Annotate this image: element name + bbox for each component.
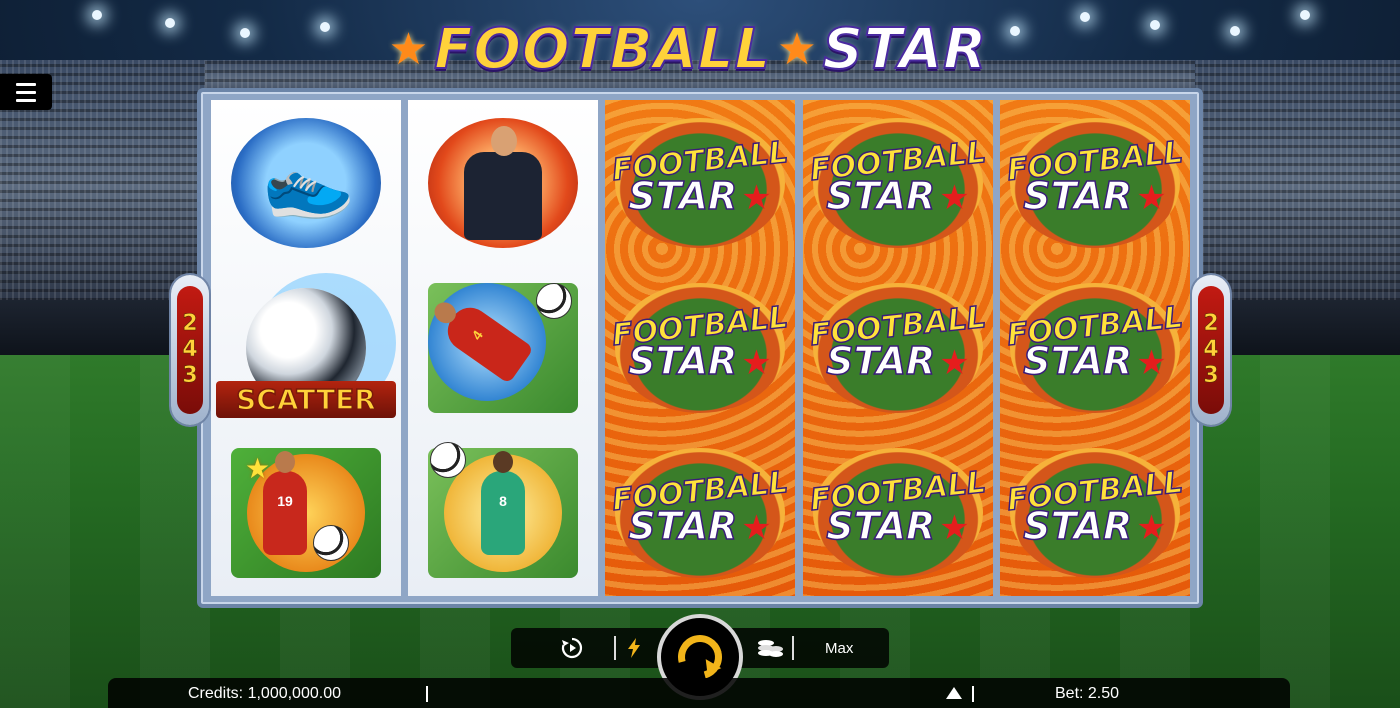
floodlight: [1080, 12, 1090, 22]
football-star-wild-icon: FOOTBALL STAR ★: [808, 447, 988, 578]
floodlight: [320, 22, 330, 32]
floodlight: [165, 18, 175, 28]
symbol-striker: ★ 19: [211, 430, 401, 595]
football-star-wild-icon: FOOTBALL STAR ★: [1005, 282, 1185, 413]
football-star-wild-icon: FOOTBALL STAR ★: [1005, 447, 1185, 578]
football-star-wild-icon: FOOTBALL STAR ★: [610, 117, 790, 248]
ways-indicator-left: 2 4 3: [171, 275, 209, 425]
coins-icon: [758, 640, 783, 657]
symbol-scatter: SCATTER: [211, 265, 401, 430]
star-icon: ★: [741, 509, 772, 547]
star-icon: ★: [741, 179, 772, 217]
divider: [792, 636, 794, 660]
symbol-boots: 👟: [211, 100, 401, 265]
jersey-number: 4: [468, 326, 486, 343]
reel-5[interactable]: FOOTBALL STAR ★ FOOTBALL STAR ★ FOOTBALL STAR…: [1000, 100, 1190, 596]
menu-button[interactable]: [0, 74, 52, 110]
hamburger-icon-bar: [16, 90, 36, 94]
chevron-up-icon[interactable]: [946, 687, 962, 699]
symbol-referee: [408, 100, 598, 265]
football-star-wild-icon: FOOTBALL STAR ★: [808, 282, 988, 413]
symbol-wild: FOOTBALL STAR ★: [803, 430, 993, 595]
autoplay-button[interactable]: [557, 635, 587, 661]
football-star-wild-icon: FOOTBALL STAR ★: [1005, 117, 1185, 248]
floodlight: [1230, 26, 1240, 36]
lightning-icon: [628, 638, 640, 658]
ways-digit: 3: [182, 363, 198, 388]
jersey-number: 8: [499, 492, 507, 509]
symbol-wild: FOOTBALL STAR ★: [1000, 430, 1190, 595]
jersey-number: 19: [277, 492, 293, 509]
star-icon: ★: [939, 179, 970, 217]
floodlight: [240, 28, 250, 38]
football-star-wild-icon: FOOTBALL STAR ★: [808, 117, 988, 248]
ways-digit: 4: [1203, 337, 1219, 362]
hamburger-icon-bar: [16, 98, 36, 102]
turbo-button[interactable]: [623, 635, 645, 661]
floodlight: [1300, 10, 1310, 20]
divider: [614, 636, 616, 660]
floodlight: [92, 10, 102, 20]
reel-2[interactable]: 4 8: [408, 100, 598, 596]
symbol-header: 8: [408, 430, 598, 595]
star-icon: ★: [741, 344, 772, 382]
symbol-bicycle-kick: 4: [408, 265, 598, 430]
floodlight: [1010, 26, 1020, 36]
ways-digit: 2: [1203, 311, 1219, 336]
floodlight: [1150, 20, 1160, 30]
ball-icon: [430, 441, 466, 478]
football-star-wild-icon: FOOTBALL STAR ★: [610, 282, 790, 413]
striker-icon: ★ 19: [231, 447, 381, 578]
symbol-wild: FOOTBALL STAR ★: [803, 100, 993, 265]
symbol-wild: FOOTBALL STAR ★: [605, 100, 795, 265]
divider: [972, 686, 974, 702]
header-player-icon: 8: [428, 441, 578, 578]
ways-digit: 3: [1203, 363, 1219, 388]
reel-4[interactable]: FOOTBALL STAR ★ FOOTBALL STAR ★ FOOTBALL STAR…: [803, 100, 993, 596]
symbol-wild: FOOTBALL STAR ★: [1000, 100, 1190, 265]
divider: [426, 686, 428, 702]
logo-word-football: FOOTBALL: [433, 16, 772, 83]
ball-icon: [536, 282, 572, 319]
bet-coins-button[interactable]: [755, 635, 785, 661]
bicycle-kick-icon: 4: [428, 282, 578, 413]
reel-3[interactable]: FOOTBALL STAR ★ FOOTBALL STAR ★ FOOTBALL STAR…: [605, 100, 795, 596]
symbol-wild: FOOTBALL STAR ★: [1000, 265, 1190, 430]
symbol-wild: FOOTBALL STAR ★: [605, 265, 795, 430]
crowd-right: [1190, 60, 1400, 310]
logo-star-icon: ★: [777, 24, 817, 74]
game-stage: ★ FOOTBALL ★ STAR 👟 SCATTER ★ 19 4 8 FOO…: [0, 0, 1400, 708]
ball-icon: [313, 524, 349, 561]
symbol-wild: FOOTBALL STAR ★: [605, 430, 795, 595]
max-bet-button[interactable]: Max: [825, 640, 853, 657]
star-icon: ★: [1136, 344, 1167, 382]
ways-indicator-right: 2 4 3: [1192, 275, 1230, 425]
ways-digit: 4: [182, 337, 198, 362]
info-bar: Credits: 1,000,000.00 Bet: 2.50: [108, 678, 1290, 708]
bet-display: Bet: 2.50: [1055, 685, 1120, 702]
logo-word-star: STAR: [822, 16, 988, 83]
star-icon: ★: [939, 344, 970, 382]
boots-icon: 👟: [231, 117, 381, 248]
star-icon: ★: [1136, 509, 1167, 547]
star-icon: ★: [1136, 179, 1167, 217]
game-logo: ★ FOOTBALL ★ STAR: [385, 8, 988, 90]
autoplay-icon: [561, 637, 583, 659]
football-star-wild-icon: FOOTBALL STAR ★: [610, 447, 790, 578]
symbol-wild: FOOTBALL STAR ★: [803, 265, 993, 430]
referee-icon: [428, 117, 578, 248]
reel-1[interactable]: 👟 SCATTER ★ 19: [211, 100, 401, 596]
star-icon: ★: [939, 509, 970, 547]
ways-digit: 2: [182, 311, 198, 336]
scatter-label: SCATTER: [216, 381, 396, 418]
logo-star-icon: ★: [388, 24, 429, 74]
hamburger-icon-bar: [16, 82, 36, 86]
credits-display: Credits: 1,000,000.00: [188, 685, 341, 702]
